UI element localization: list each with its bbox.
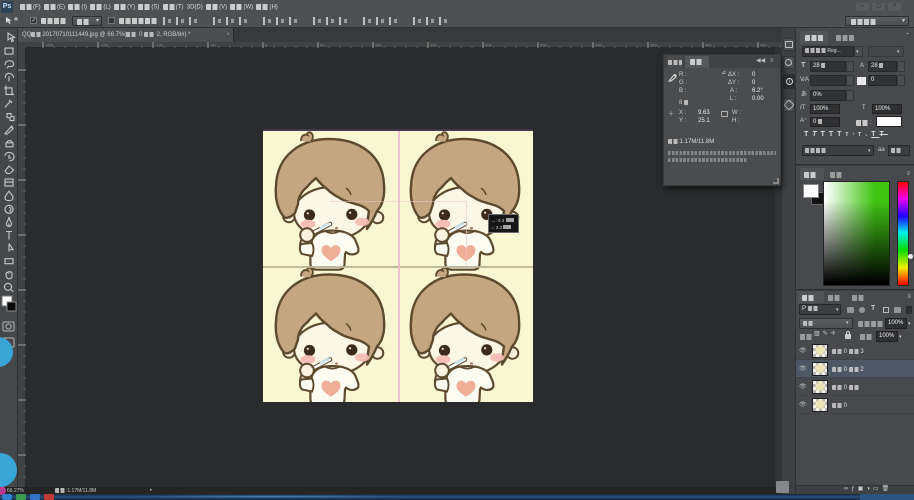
svg-text:-200: -200 — [45, 43, 54, 48]
svg-text:450: 450 — [760, 43, 767, 48]
svg-text:350: 350 — [650, 43, 657, 48]
svg-text:150: 150 — [430, 43, 437, 48]
svg-text:300: 300 — [595, 43, 602, 48]
svg-text:250: 250 — [540, 43, 547, 48]
svg-text:-100: -100 — [155, 43, 164, 48]
svg-text:400: 400 — [705, 43, 712, 48]
svg-text:-150: -150 — [100, 43, 109, 48]
svg-text:0: 0 — [265, 43, 268, 48]
svg-text:200: 200 — [485, 43, 492, 48]
svg-text:100: 100 — [375, 43, 382, 48]
svg-text:50: 50 — [320, 43, 325, 48]
svg-text:-50: -50 — [210, 43, 217, 48]
